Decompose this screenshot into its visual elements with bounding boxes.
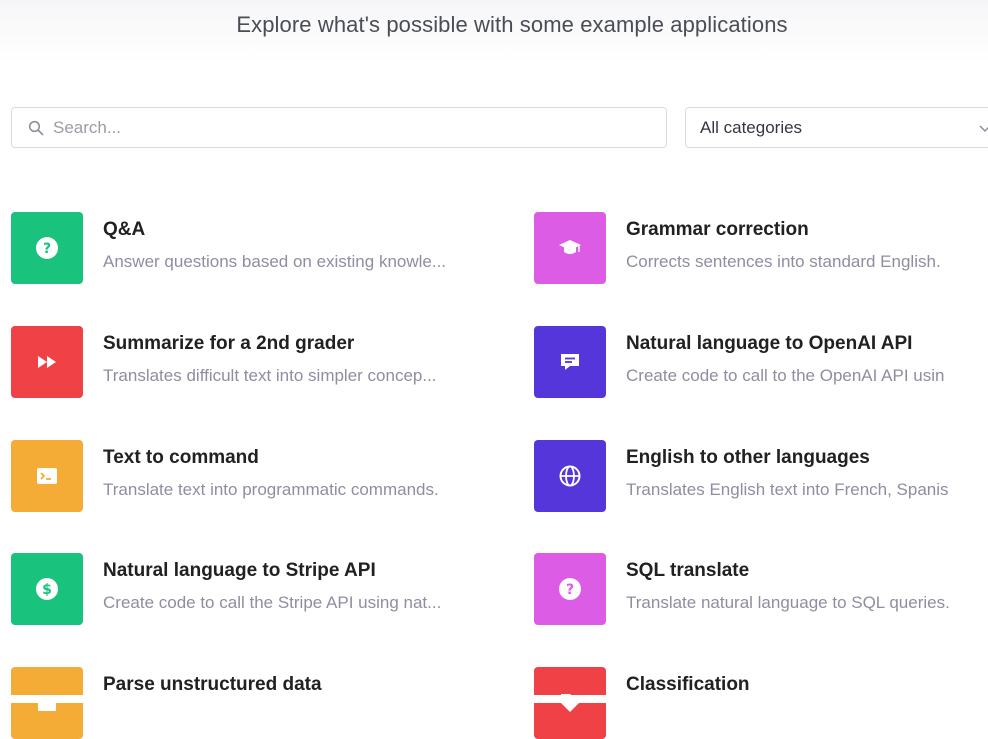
page-heading: Explore what's possible with some exampl… [236,12,788,37]
example-description: Translates difficult text into simpler c… [103,366,437,385]
example-title: Natural language to Stripe API [103,560,376,581]
example-card-grammar-correction[interactable]: Grammar correction Corrects sentences in… [534,212,988,284]
example-tile [534,326,606,398]
example-card-qa[interactable]: ? Q&A Answer questions based on existing… [11,212,471,284]
bottom-edge [0,695,988,703]
terminal-icon [37,468,57,484]
example-description: Corrects sentences into standard English… [626,252,941,271]
example-description: Translates English text into French, Spa… [626,480,949,499]
example-tile [534,440,606,512]
search-box[interactable] [11,107,667,148]
example-tile [11,440,83,512]
example-title: Summarize for a 2nd grader [103,333,355,354]
example-description: Create code to call to the OpenAI API us… [626,366,945,385]
example-tile [534,667,606,739]
example-tile [534,212,606,284]
example-title: Text to command [103,447,259,468]
example-description: Create code to call the Stripe API using… [103,593,442,612]
example-title: Parse unstructured data [103,674,322,695]
example-tile: ? [534,553,606,625]
example-card-summarize[interactable]: Summarize for a 2nd grader Translates di… [11,326,471,398]
example-tile [11,667,83,739]
search-input[interactable] [51,116,635,139]
dollar-icon: $ [36,578,58,600]
example-card-classification[interactable]: Classification [534,667,988,739]
example-title: English to other languages [626,447,870,468]
svg-text:?: ? [43,241,51,257]
example-card-text-to-command[interactable]: Text to command Translate text into prog… [11,440,471,512]
category-select[interactable]: All categories [685,107,988,148]
example-description: Translate natural language to SQL querie… [626,593,950,612]
globe-icon [559,465,581,487]
svg-text:?: ? [566,582,574,598]
chevron-down-icon [979,125,988,133]
example-card-sql-translate[interactable]: ? SQL translate Translate natural langua… [534,553,988,625]
category-select-value: All categories [700,117,803,137]
example-card-stripe-api[interactable]: $ Natural language to Stripe API Create … [11,553,471,625]
example-card-english-to-languages[interactable]: English to other languages Translates En… [534,440,988,512]
example-card-openai-api[interactable]: Natural language to OpenAI API Create co… [534,326,988,398]
example-tile [11,326,83,398]
graduation-cap-icon [559,240,581,254]
example-title: SQL translate [626,560,750,581]
example-title: Classification [626,674,750,695]
question-icon: ? [36,237,58,259]
example-title: Q&A [103,219,146,240]
example-title: Grammar correction [626,219,809,240]
example-card-parse-unstructured[interactable]: Parse unstructured data [11,667,471,739]
search-icon [28,120,44,135]
example-tile: $ [11,553,83,625]
question-icon: ? [559,578,581,600]
example-description: Translate text into programmatic command… [103,480,439,499]
message-icon [561,354,579,370]
svg-text:$: $ [42,582,52,598]
example-title: Natural language to OpenAI API [626,333,913,354]
example-description: Answer questions based on existing knowl… [103,252,447,271]
example-tile: ? [11,212,83,284]
fast-forward-icon [38,356,56,368]
